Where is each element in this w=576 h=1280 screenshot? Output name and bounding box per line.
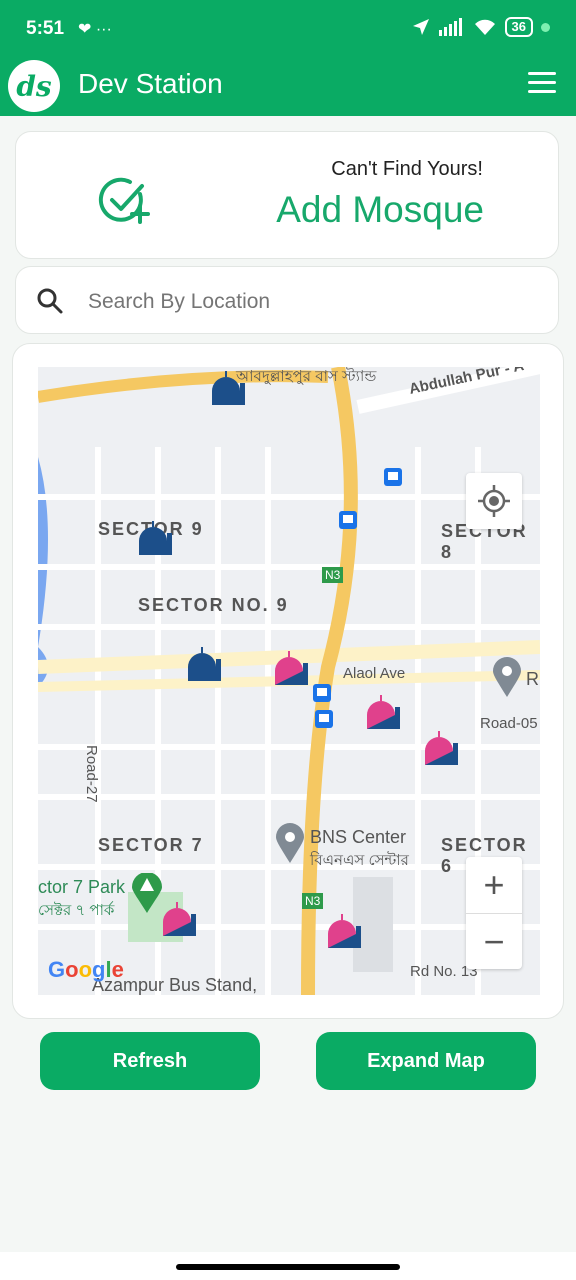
check-add-icon [98, 177, 150, 224]
refresh-button[interactable]: Refresh [40, 1032, 260, 1090]
mosque-marker-pink[interactable] [421, 729, 461, 767]
add-mosque-card[interactable]: Can't Find Yours! Add Mosque [15, 131, 559, 259]
search-box[interactable] [15, 266, 559, 334]
signal-icon [438, 18, 462, 36]
app-logo: ds [8, 60, 60, 112]
map-label-park-bn: সেক্টর ৭ পার্ক [38, 902, 115, 919]
navigation-icon [412, 19, 429, 35]
zoom-out-button[interactable]: − [466, 914, 522, 970]
park-icon [132, 873, 162, 913]
add-mosque-text: Add Mosque [276, 189, 484, 230]
app-bar: ds Dev Station [0, 60, 576, 116]
gesture-navbar [0, 1252, 576, 1280]
mosque-marker-pink[interactable] [324, 912, 364, 950]
map-label-bus-stand: আবদুল্লাহপুর বাস স্ট্যান্ড [236, 368, 377, 385]
map-label-n3-a: N3 [322, 567, 344, 583]
google-logo: Google [48, 957, 124, 982]
map-label-alaol: Alaol Ave [343, 665, 406, 682]
map-pin-icon[interactable] [493, 657, 521, 697]
status-right-icons: 36 [411, 17, 550, 37]
status-time: 5:51 [26, 18, 65, 39]
expand-map-button[interactable]: Expand Map [316, 1032, 536, 1090]
map-label-road05: Road-05 [480, 715, 538, 732]
home-indicator[interactable] [176, 1264, 400, 1270]
cant-find-text: Can't Find Yours! [331, 158, 483, 180]
map-pin-icon[interactable] [276, 823, 304, 863]
mosque-marker-pink[interactable] [271, 649, 311, 687]
map-label-sector7: SECTOR 7 [98, 835, 204, 855]
map-label-road27: Road-27 [83, 745, 100, 803]
map-label-r: R [526, 669, 539, 689]
map-label-park: ctor 7 Park [38, 877, 126, 897]
wifi-icon [474, 19, 495, 35]
battery-icon: 36 [504, 17, 533, 37]
mosque-marker-pink[interactable] [159, 900, 199, 938]
map-label-bns: BNS Center [310, 827, 407, 847]
mosque-marker-blue[interactable] [184, 645, 224, 683]
notification-icons: ❤ ··· [78, 21, 112, 38]
my-location-button[interactable] [466, 473, 522, 529]
mosque-marker-blue[interactable] [208, 369, 248, 407]
search-icon [37, 288, 63, 314]
map-card: আবদুল্লাহপুর বাস স্ট্যান্ড Abdullah Pur … [12, 343, 564, 1019]
search-input[interactable] [86, 283, 530, 321]
map-label-n3-b: N3 [302, 893, 324, 909]
zoom-in-button[interactable]: + [466, 857, 522, 914]
zoom-controls: + − [466, 857, 522, 969]
mosque-marker-pink[interactable] [363, 693, 403, 731]
map-view[interactable]: আবদুল্লাহপুর বাস স্ট্যান্ড Abdullah Pur … [38, 367, 540, 995]
map-label-bns-bn: বিএনএস সেন্টার [310, 852, 409, 869]
crosshair-icon [478, 485, 510, 517]
bus-stop-icon [384, 468, 402, 486]
hamburger-menu-icon[interactable] [528, 72, 556, 94]
status-bar: 5:51 ❤ ··· 36 [0, 0, 576, 60]
map-label-sector-no9: SECTOR NO. 9 [138, 595, 289, 615]
mosque-marker-blue[interactable] [135, 519, 175, 557]
app-title: Dev Station [78, 68, 223, 99]
indicator-dot [541, 22, 550, 32]
bus-stop-icon [315, 710, 333, 728]
bus-stop-icon [339, 511, 357, 529]
bus-stop-icon [313, 684, 331, 702]
